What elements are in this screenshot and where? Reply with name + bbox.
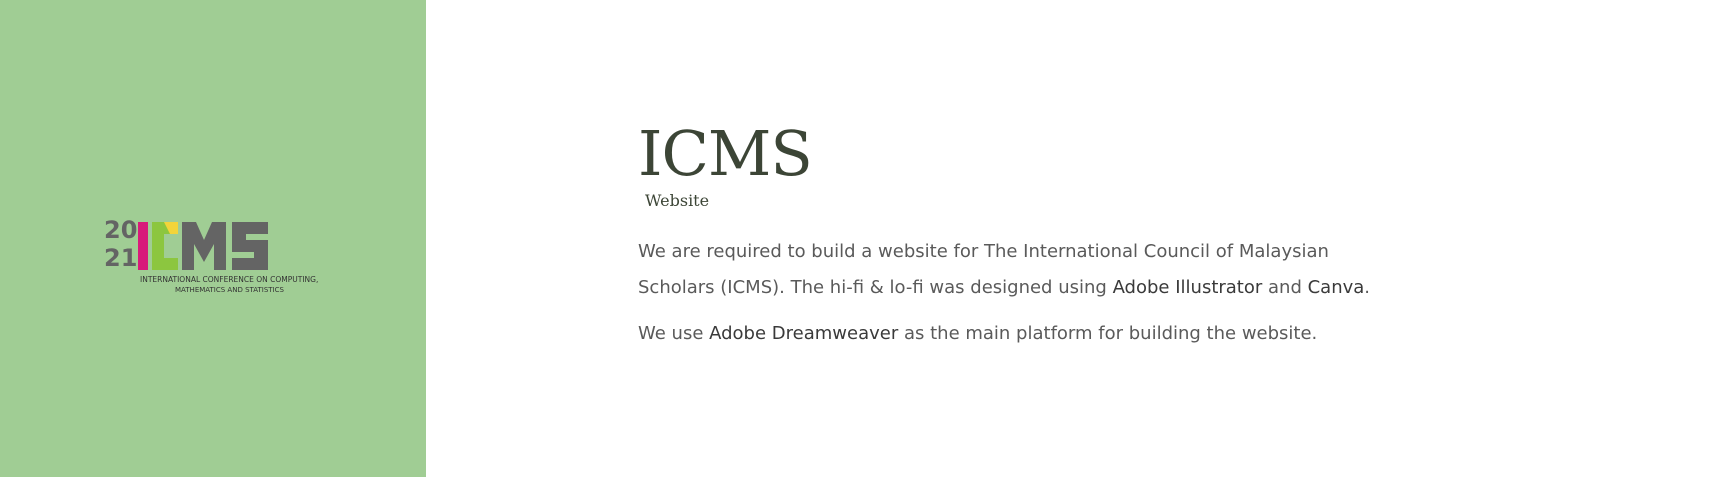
para2-end: as the main platform for building the we… (898, 323, 1318, 344)
logo-letter-s (232, 222, 268, 270)
page-title: ICMS (638, 117, 813, 190)
page: 20 21 INTERNATIONAL CONFERENCE ON COMPUT… (0, 0, 1713, 477)
description-paragraph-1: We are required to build a website for T… (638, 234, 1398, 306)
logo-caption-line1: INTERNATIONAL CONFERENCE ON COMPUTING, (140, 275, 318, 284)
para1-end: . (1364, 277, 1371, 298)
tool-adobe-dreamweaver: Adobe Dreamweaver (709, 323, 899, 344)
logo-year-bottom: 21 (104, 244, 137, 272)
left-panel: 20 21 INTERNATIONAL CONFERENCE ON COMPUT… (0, 0, 426, 477)
page-subtitle: Website (645, 191, 710, 210)
description-paragraph-2: We use Adobe Dreamweaver as the main pla… (638, 316, 1398, 352)
logo-caption-line2: MATHEMATICS AND STATISTICS (175, 286, 285, 294)
para1-conjunction: and (1262, 277, 1308, 298)
logo-letter-i (138, 222, 148, 270)
icms-2021-logo: 20 21 INTERNATIONAL CONFERENCE ON COMPUT… (100, 218, 320, 298)
logo-year-top: 20 (104, 218, 137, 244)
tool-canva: Canva (1307, 277, 1365, 298)
project-description: ICMS Website We are required to build a … (638, 118, 1398, 352)
icms-logo-graphic: 20 21 INTERNATIONAL CONFERENCE ON COMPUT… (104, 218, 318, 294)
tool-adobe-illustrator: Adobe Illustrator (1112, 277, 1263, 298)
para2-lead: We use (638, 323, 710, 344)
logo-letter-m (182, 222, 226, 270)
